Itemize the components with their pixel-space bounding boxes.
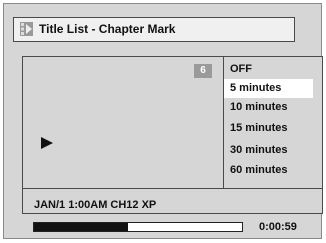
panel-divider-horizontal: [22, 188, 323, 189]
playback-progress-bar: [33, 222, 243, 232]
menu-item-off[interactable]: OFF: [224, 60, 313, 79]
menu-item-10-minutes[interactable]: 10 minutes: [224, 98, 313, 117]
playback-progress-fill: [34, 223, 128, 231]
recording-info: JAN/1 1:00AM CH12 XP: [34, 199, 157, 211]
menu-item-15-minutes[interactable]: 15 minutes: [224, 119, 313, 138]
video-preview: [23, 57, 223, 189]
elapsed-time: 0:00:59: [259, 221, 297, 233]
chapter-mark-icon: [20, 22, 33, 36]
menu-item-30-minutes[interactable]: 30 minutes: [224, 141, 313, 160]
title-bar: Title List - Chapter Mark: [13, 17, 295, 42]
page-title: Title List - Chapter Mark: [39, 22, 176, 36]
play-icon: [41, 136, 53, 154]
chapter-number-badge: 6: [194, 64, 212, 78]
menu-item-60-minutes[interactable]: 60 minutes: [224, 161, 313, 180]
menu-item-5-minutes[interactable]: 5 minutes: [224, 79, 313, 98]
